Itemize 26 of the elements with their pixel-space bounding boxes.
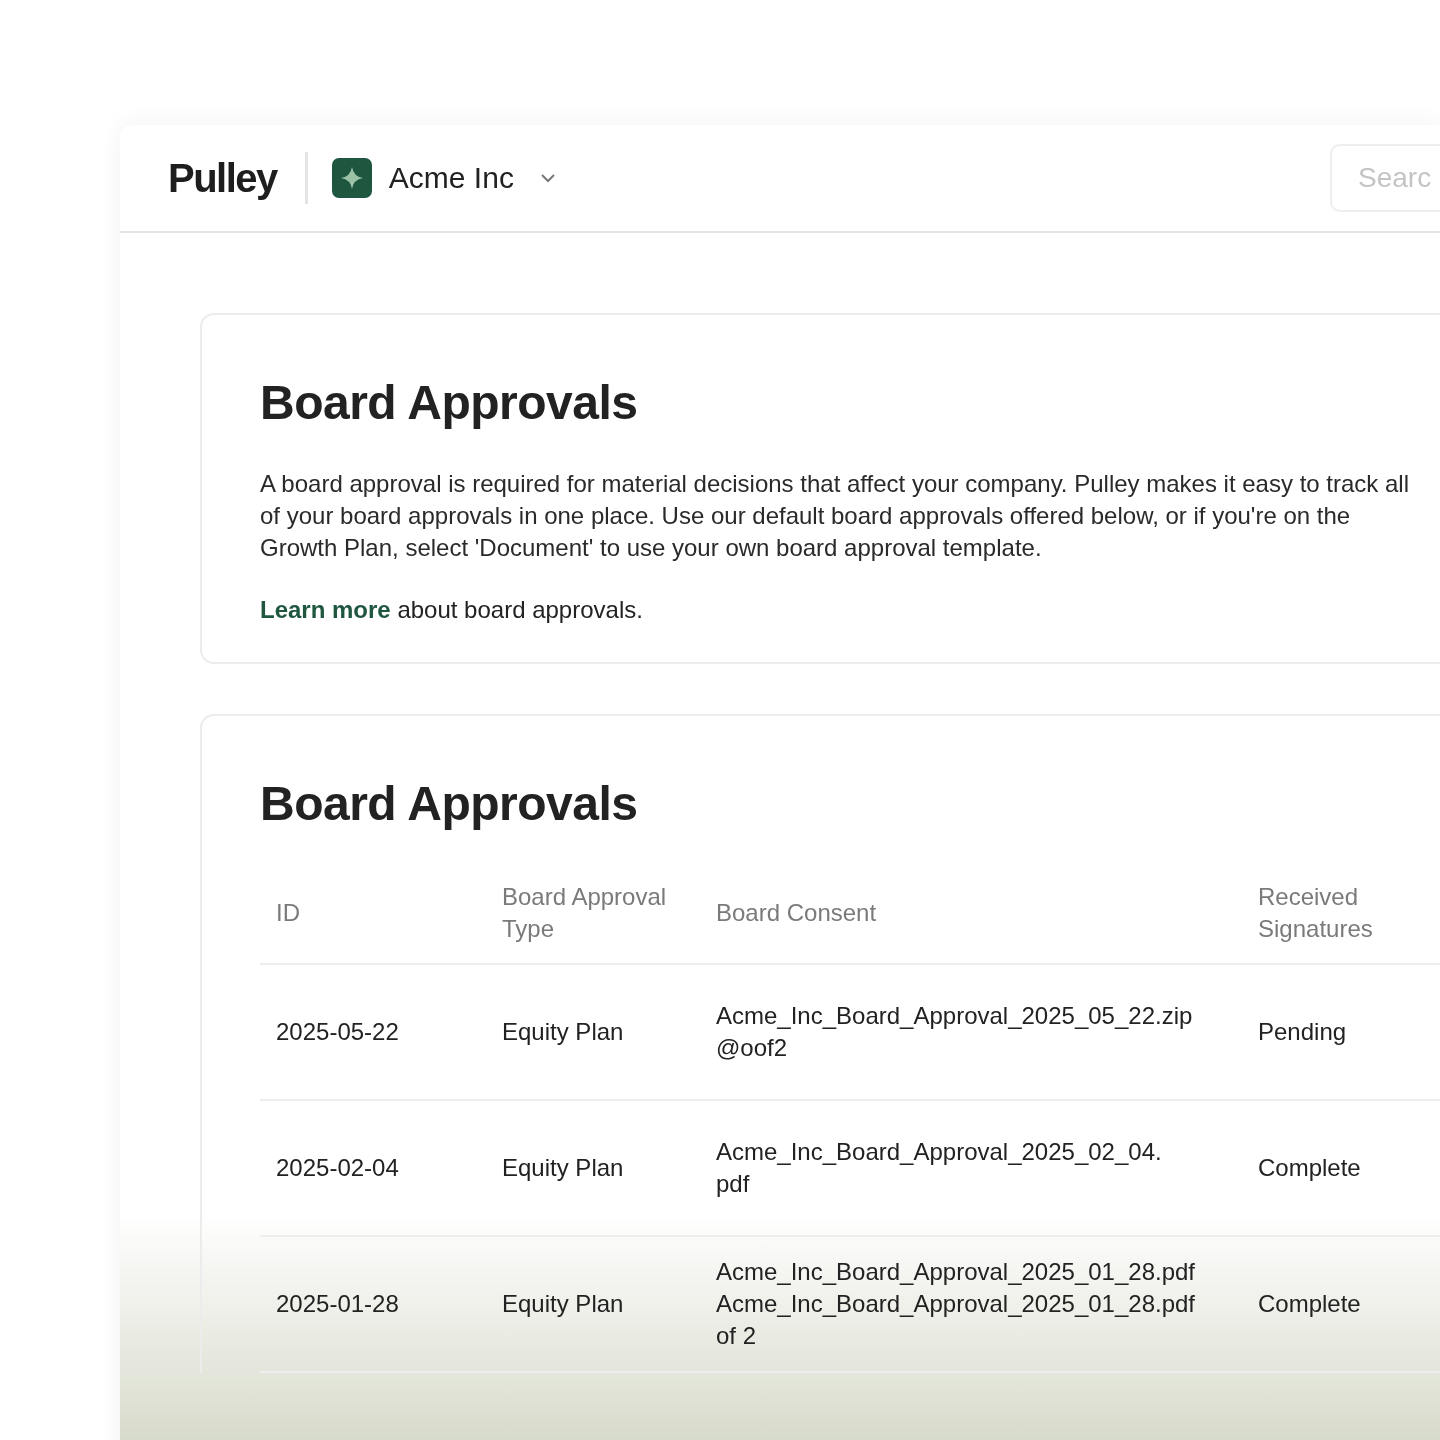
table-cell-text: 2025-01-28	[275, 1289, 400, 1319]
chevron-down-icon[interactable]	[539, 173, 556, 183]
column-header: Board Consent	[715, 898, 878, 928]
description-text: A board approval is required for material decisions that affect your company. Pulley makes it easy to track all of your board approvals in one place. Use our default board approvals offered below, or if you're on the Growth Plan, select 'Document' to use your own board approval template.	[260, 469, 1410, 563]
table-cell-text: 2025-05-22	[275, 1017, 400, 1047]
search-field[interactable]: Searc	[1330, 144, 1440, 212]
column-header: Board Approval Type	[501, 882, 668, 944]
section-title: Board Approvals	[260, 375, 639, 430]
learn-more-link[interactable]: Learn more	[260, 596, 391, 623]
section-title: Board Approvals	[260, 776, 639, 831]
logo: Pulley	[168, 155, 277, 201]
table-cell-text: 2025-02-04	[275, 1153, 400, 1183]
column-header: ID	[275, 898, 301, 928]
table-cell-text: Pending	[1257, 1017, 1348, 1047]
table-cell-text: Equity Plan	[501, 1153, 625, 1183]
table-cell-text: Complete	[1257, 1153, 1362, 1183]
link-description: about board approvals.	[396, 596, 643, 623]
table-cell-text: Acme_Inc_Board_Approval_2025_05_22.zip @oof2	[715, 1001, 1194, 1063]
table-cell-text: Acme_Inc_Board_Approval_2025_02_04. pdf	[715, 1137, 1163, 1199]
table-cell-text: Equity Plan	[501, 1289, 625, 1319]
table-cell-text: Equity Plan	[501, 1017, 625, 1047]
table-cell-text: Acme_Inc_Board_Approval_2025_01_28.pdf Acme_Inc_Board_Approval_2025_01_28.pdf of 2	[715, 1257, 1197, 1351]
column-header: Received Signatures	[1257, 882, 1374, 944]
company-switcher[interactable]: Acme Inc	[388, 161, 514, 195]
sparkle-icon	[331, 158, 372, 198]
table-cell-text: Complete	[1257, 1289, 1362, 1319]
